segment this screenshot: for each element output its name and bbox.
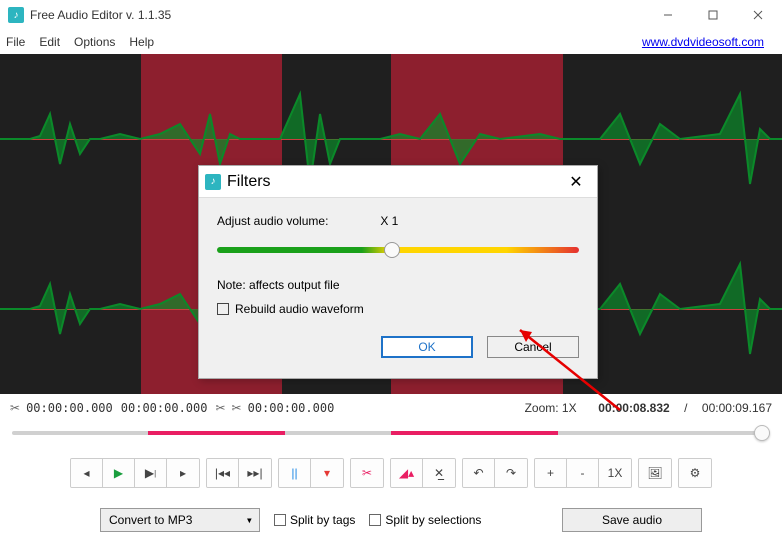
filters-button[interactable]: ⚙: [679, 459, 711, 487]
cancel-button[interactable]: Cancel: [487, 336, 579, 358]
zoom-group: + - 1X: [534, 458, 632, 488]
convert-format-label: Convert to MP3: [109, 513, 192, 527]
redo-button[interactable]: ↷: [495, 459, 527, 487]
scissors-icon: ✂: [232, 401, 242, 415]
adjust-volume-value: X 1: [380, 214, 398, 228]
dialog-header[interactable]: ♪ Filters ✕: [199, 166, 597, 198]
toolbar: ◂ ▶ ▶| ▸ |◂◂ ▸▸| || ▾ ✂ ◢▴ ✕̲ ↶ ↷ + - 1X…: [0, 448, 782, 498]
dialog-icon: ♪: [205, 174, 221, 190]
rebuild-waveform-label: Rebuild audio waveform: [235, 302, 364, 316]
convert-format-combo[interactable]: Convert to MP3: [100, 508, 260, 532]
ok-button[interactable]: OK: [381, 336, 473, 358]
split-by-selections-label: Split by selections: [385, 513, 481, 527]
mark-in-button[interactable]: ||: [279, 459, 311, 487]
checkbox-icon: [274, 514, 286, 526]
seekbar-segment: [148, 431, 284, 435]
skip-back-button[interactable]: |◂◂: [207, 459, 239, 487]
split-by-selections-checkbox[interactable]: Split by selections: [369, 513, 481, 527]
scissors-icon: ✂: [10, 401, 20, 415]
tools-group: 🖼: [638, 458, 672, 488]
app-title: Free Audio Editor v. 1.1.35: [30, 8, 171, 22]
undo-button[interactable]: ↶: [463, 459, 495, 487]
save-audio-button[interactable]: Save audio: [562, 508, 702, 532]
mark-set-button[interactable]: ▾: [311, 459, 343, 487]
split-by-tags-label: Split by tags: [290, 513, 355, 527]
rebuild-waveform-checkbox[interactable]: Rebuild audio waveform: [217, 302, 579, 316]
checkbox-icon: [369, 514, 381, 526]
next-frame-button[interactable]: ▸: [167, 459, 199, 487]
filters-dialog: ♪ Filters ✕ Adjust audio volume: X 1 Not…: [198, 165, 598, 379]
trim-left-button[interactable]: ◢▴: [391, 459, 423, 487]
menu-file[interactable]: File: [6, 35, 25, 49]
trim-group: ◢▴ ✕̲: [390, 458, 456, 488]
current-time: 00:00:08.832: [598, 401, 669, 415]
website-link[interactable]: www.dvdvideosoft.com: [642, 35, 764, 49]
checkbox-icon: [217, 303, 229, 315]
cut-button[interactable]: ✂: [351, 459, 383, 487]
undo-group: ↶ ↷: [462, 458, 528, 488]
app-icon: ♪: [8, 7, 24, 23]
zoom-in-button[interactable]: +: [535, 459, 567, 487]
seekbar-segment: [391, 431, 558, 435]
zoom-readout: Zoom: 1X 00:00:08.832 / 00:00:09.167: [525, 401, 772, 415]
dialog-close-button[interactable]: ✕: [561, 172, 591, 192]
total-time: 00:00:09.167: [702, 401, 772, 415]
close-button[interactable]: [735, 0, 780, 30]
adjust-volume-label: Adjust audio volume:: [217, 214, 377, 228]
image-button[interactable]: 🖼: [639, 459, 671, 487]
titlebar: ♪ Free Audio Editor v. 1.1.35: [0, 0, 782, 30]
zoom-label: Zoom: 1X: [525, 401, 577, 415]
seekbar[interactable]: [12, 422, 770, 444]
zoom-reset-button[interactable]: 1X: [599, 459, 631, 487]
time-separator: /: [684, 401, 687, 415]
play-end-button[interactable]: ▶|: [135, 459, 167, 487]
minimize-button[interactable]: [645, 0, 690, 30]
bottom-row: Convert to MP3 Split by tags Split by se…: [0, 498, 782, 542]
menu-edit[interactable]: Edit: [39, 35, 60, 49]
prev-frame-button[interactable]: ◂: [71, 459, 103, 487]
dialog-buttons: OK Cancel: [217, 334, 579, 368]
cut-group: ✂: [350, 458, 384, 488]
window-buttons: [645, 0, 780, 30]
split-by-tags-checkbox[interactable]: Split by tags: [274, 513, 355, 527]
trim-clear-button[interactable]: ✕̲: [423, 459, 455, 487]
menu-help[interactable]: Help: [129, 35, 154, 49]
play-button[interactable]: ▶: [103, 459, 135, 487]
menu-options[interactable]: Options: [74, 35, 115, 49]
marker-group: || ▾: [278, 458, 344, 488]
cut-start-time: 00:00:00.000: [248, 401, 335, 415]
maximize-button[interactable]: [690, 0, 735, 30]
skip-fwd-button[interactable]: ▸▸|: [239, 459, 271, 487]
playback-group: ◂ ▶ ▶| ▸: [70, 458, 200, 488]
skip-group: |◂◂ ▸▸|: [206, 458, 272, 488]
menubar: File Edit Options Help www.dvdvideosoft.…: [0, 30, 782, 54]
dialog-body: Adjust audio volume: X 1 Note: affects o…: [199, 198, 597, 378]
dialog-title: Filters: [227, 173, 271, 191]
save-audio-label: Save audio: [602, 513, 662, 527]
seekbar-thumb[interactable]: [754, 425, 770, 441]
volume-slider-thumb[interactable]: [384, 242, 400, 258]
volume-slider[interactable]: [217, 240, 579, 260]
dialog-note: Note: affects output file: [217, 278, 579, 292]
selection-end-time: 00:00:00.000: [121, 401, 208, 415]
zoom-out-button[interactable]: -: [567, 459, 599, 487]
time-row: ✂ 00:00:00.000 00:00:00.000 ✂ ✂ 00:00:00…: [0, 394, 782, 422]
filters-group: ⚙: [678, 458, 712, 488]
scissors-icon: ✂: [215, 401, 225, 415]
selection-start-time: 00:00:00.000: [26, 401, 113, 415]
